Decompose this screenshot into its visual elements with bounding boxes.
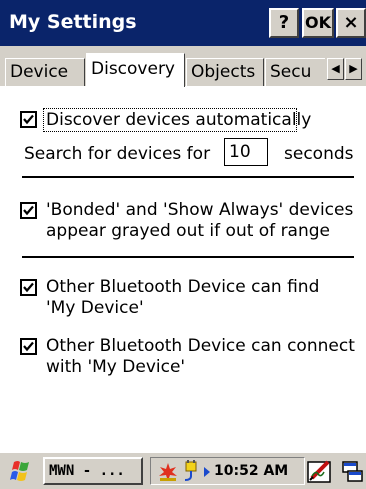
connectable-checkbox[interactable] [20,338,37,355]
checkmark-icon [23,282,34,293]
discoverable-label-line2[interactable]: 'My Device' [46,297,144,319]
tab-security[interactable]: Secu [265,58,325,86]
tab-device[interactable]: Device [5,58,85,86]
search-duration-suffix: seconds [284,144,354,164]
bluetooth-star-icon[interactable] [157,461,179,483]
start-flag-icon[interactable] [6,459,36,485]
checkmark-icon [23,341,34,352]
help-button[interactable]: ? [269,8,299,38]
separator [22,176,354,178]
task-button-mwn[interactable]: MWN - ... [43,457,143,485]
checkmark-icon [23,205,34,216]
tab-scroll-right-icon[interactable]: ▶ [345,58,362,80]
auto-discover-checkbox[interactable] [20,111,37,128]
separator [22,256,354,258]
clock[interactable]: 10:52 AM [214,459,288,483]
auto-discover-label[interactable]: Discover devices automatically [46,109,311,131]
tab-scroll-left-icon[interactable]: ◀ [327,58,344,80]
connectable-label-line2[interactable]: with 'My Device' [46,356,185,378]
discoverable-checkbox[interactable] [20,279,37,296]
grayed-out-label-line1[interactable]: 'Bonded' and 'Show Always' devices [46,199,353,221]
title-bar: My Settings ? OK × [0,0,366,46]
ok-button[interactable]: OK [302,8,334,38]
arrow-right-icon [204,467,210,477]
search-duration-input[interactable] [224,138,268,166]
window-title: My Settings [9,11,137,33]
tab-discovery[interactable]: Discovery [86,53,185,87]
discoverable-label-line1[interactable]: Other Bluetooth Device can find [46,276,319,298]
tab-objects[interactable]: Objects [186,58,264,86]
connection-plug-icon[interactable] [181,460,203,484]
search-duration-prefix: Search for devices for [24,144,211,164]
connectable-label-line1[interactable]: Other Bluetooth Device can connect [46,335,355,357]
checkmark-icon [23,114,34,125]
grayed-out-label-line2[interactable]: appear grayed out if out of range [46,220,330,242]
input-panel-icon[interactable] [340,459,364,485]
keyboard-pen-icon[interactable] [306,458,334,486]
close-button[interactable]: × [336,8,366,38]
grayed-out-checkbox[interactable] [20,202,37,219]
